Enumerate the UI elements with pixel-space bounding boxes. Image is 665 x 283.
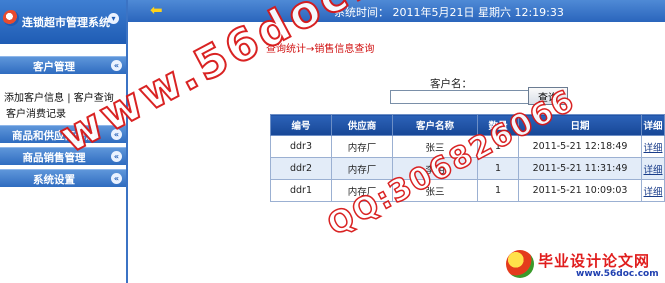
detail-link[interactable]: 详细 — [643, 187, 662, 198]
table-row: ddr1 内存厂 张三 1 2011-5-21 10:09:03 详细 — [270, 179, 665, 202]
collapse-double-chevron-icon[interactable]: « — [111, 60, 122, 71]
cell-detail: 详细 — [641, 135, 665, 158]
cell-detail: 详细 — [641, 157, 665, 180]
system-logo-icon — [3, 10, 19, 26]
brand-badge: 毕业设计论文网 www.56doc.com — [500, 248, 665, 283]
back-arrow-icon[interactable]: ⬅ — [150, 3, 163, 18]
cell-detail: 详细 — [641, 179, 665, 202]
cell-date: 2011-5-21 12:18:49 — [518, 135, 642, 158]
table-header-row: 编号 供应商 客户名称 数量 日期 详细 — [270, 114, 665, 136]
menu-customer-management[interactable]: 客户管理 « — [0, 56, 126, 74]
menu-system-settings[interactable]: 系统设置 « — [0, 169, 126, 187]
system-title: 连锁超市管理系统 — [22, 16, 110, 29]
collapse-double-chevron-icon[interactable]: « — [111, 151, 122, 162]
menu-system-settings-label: 系统设置 — [33, 174, 75, 186]
menu-sales-management[interactable]: 商品销售管理 « — [0, 147, 126, 165]
cell-id: ddr3 — [270, 135, 332, 158]
top-bar: ⬅ 系统时间： 2011年5月21日 星期六 12:19:33 — [128, 0, 665, 22]
sidebar-header: 连锁超市管理系统 ▾ — [0, 0, 126, 44]
cell-id: ddr2 — [270, 157, 332, 180]
cell-date: 2011-5-21 11:31:49 — [518, 157, 642, 180]
col-header-customer: 客户名称 — [392, 114, 478, 136]
cell-id: ddr1 — [270, 179, 332, 202]
brand-url: www.56doc.com — [576, 269, 659, 279]
col-header-supplier: 供应商 — [331, 114, 393, 136]
collapse-double-chevron-icon[interactable]: « — [111, 173, 122, 184]
menu-customer-management-label: 客户管理 — [33, 61, 75, 73]
customer-name-input[interactable] — [390, 90, 530, 104]
brand-logo-icon — [506, 250, 534, 278]
detail-link[interactable]: 详细 — [643, 165, 662, 176]
cell-supplier: 内存厂 — [331, 157, 393, 180]
cell-date: 2011-5-21 10:09:03 — [518, 179, 642, 202]
link-add-customer[interactable]: 添加客户信息 — [4, 93, 64, 104]
cell-quantity: 1 — [477, 179, 519, 202]
col-header-id: 编号 — [270, 114, 332, 136]
col-header-detail: 详细 — [641, 114, 665, 136]
customer-name-label: 客户名： — [430, 78, 472, 90]
brand-name: 毕业设计论文网 — [538, 252, 651, 270]
collapse-chevron-icon[interactable]: ▾ — [108, 13, 119, 24]
cell-supplier: 内存厂 — [331, 135, 393, 158]
detail-link[interactable]: 详细 — [643, 143, 662, 154]
